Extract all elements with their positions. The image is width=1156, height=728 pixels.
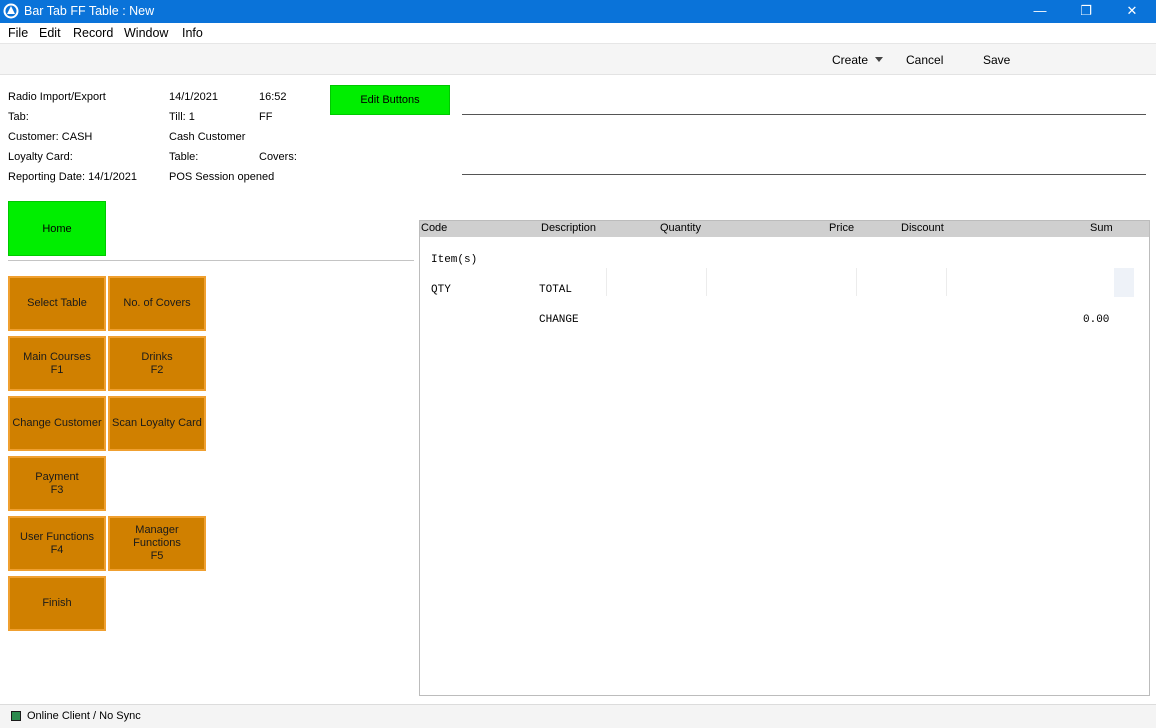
change-label: CHANGE <box>539 314 579 326</box>
column-header-discount[interactable]: Discount <box>901 222 944 234</box>
change-customer-button[interactable]: Change Customer <box>8 396 106 451</box>
status-bar: Online Client / No Sync <box>0 704 1156 728</box>
sync-status-icon <box>11 711 21 721</box>
items-grid[interactable]: Code Description Quantity Price Discount… <box>419 220 1150 696</box>
close-button[interactable]: ✕ <box>1109 0 1155 23</box>
menu-info[interactable]: Info <box>182 26 203 40</box>
menu-window[interactable]: Window <box>124 26 168 40</box>
scan-loyalty-card-button[interactable]: Scan Loyalty Card <box>108 396 206 451</box>
title-bar: Bar Tab FF Table : New — ❐ ✕ <box>0 0 1156 23</box>
column-separator <box>946 268 947 296</box>
change-value: 0.00 <box>1083 314 1110 326</box>
no-of-covers-button[interactable]: No. of Covers <box>108 276 206 331</box>
manager-functions-button[interactable]: Manager Functions F5 <box>108 516 206 571</box>
tab-label: Tab: <box>8 111 29 123</box>
divider-line <box>8 260 414 261</box>
transaction-date: 14/1/2021 <box>169 91 218 103</box>
save-button[interactable]: Save <box>983 53 1010 67</box>
divider-line <box>462 114 1146 115</box>
drinks-button[interactable]: Drinks F2 <box>108 336 206 391</box>
create-label: Create <box>832 53 869 67</box>
ff-label: FF <box>259 111 273 123</box>
items-label: Item(s) <box>431 254 478 266</box>
main-courses-button[interactable]: Main Courses F1 <box>8 336 106 391</box>
grid-header: Code Description Quantity Price Discount… <box>420 221 1149 237</box>
table-label: Table: <box>169 151 199 163</box>
column-header-sum[interactable]: Sum <box>1090 222 1113 234</box>
column-header-quantity[interactable]: Quantity <box>660 222 701 234</box>
window-title: Bar Tab FF Table : New <box>24 4 155 18</box>
column-separator <box>606 268 607 296</box>
loyalty-card-label: Loyalty Card: <box>8 151 73 163</box>
qty-label: QTY <box>431 284 451 296</box>
divider-line <box>462 174 1146 175</box>
menu-file[interactable]: File <box>8 26 28 40</box>
customer-label: Customer: CASH <box>8 131 93 143</box>
finish-button[interactable]: Finish <box>8 576 106 631</box>
covers-label: Covers: <box>259 151 297 163</box>
column-header-code[interactable]: Code <box>421 222 447 234</box>
user-functions-button[interactable]: User Functions F4 <box>8 516 106 571</box>
column-separator <box>856 268 857 296</box>
pos-session-status: POS Session opened <box>169 171 275 183</box>
maximize-button[interactable]: ❐ <box>1063 0 1109 23</box>
app-logo-icon <box>3 3 19 19</box>
cancel-button[interactable]: Cancel <box>906 53 943 67</box>
menu-bar: File Edit Record Window Info <box>0 23 1156 43</box>
column-header-price[interactable]: Price <box>829 222 854 234</box>
status-text: Online Client / No Sync <box>27 710 141 722</box>
total-label: TOTAL <box>539 284 573 296</box>
reporting-date-label: Reporting Date: 14/1/2021 <box>8 171 138 183</box>
home-button[interactable]: Home <box>8 201 106 256</box>
menu-edit[interactable]: Edit <box>39 26 61 40</box>
column-header-description[interactable]: Description <box>541 222 596 234</box>
payment-button[interactable]: Payment F3 <box>8 456 106 511</box>
menu-record[interactable]: Record <box>73 26 113 40</box>
create-button[interactable]: Create <box>832 53 884 67</box>
customer-name: Cash Customer <box>169 131 246 143</box>
edit-buttons-button[interactable]: Edit Buttons <box>330 85 450 115</box>
select-table-button[interactable]: Select Table <box>8 276 106 331</box>
selected-cell[interactable] <box>1114 268 1134 297</box>
radio-import-export-label: Radio Import/Export <box>8 91 106 103</box>
minimize-button[interactable]: — <box>1017 0 1063 23</box>
chevron-down-icon <box>875 57 884 62</box>
column-separator <box>706 268 707 296</box>
till-label: Till: 1 <box>169 111 195 123</box>
toolbar: Create Cancel Save <box>0 43 1156 75</box>
transaction-time: 16:52 <box>259 91 287 103</box>
